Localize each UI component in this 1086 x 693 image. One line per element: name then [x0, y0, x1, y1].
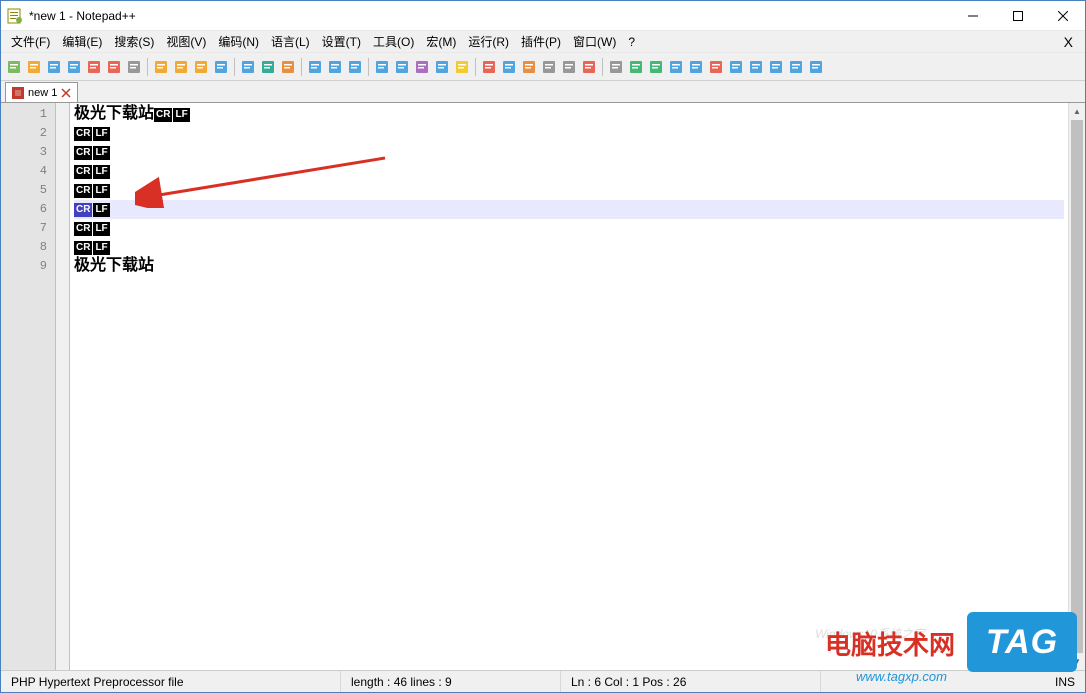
editor-line[interactable]: CRLF	[74, 219, 1064, 238]
line-number: 3	[1, 143, 47, 162]
folder-icon[interactable]	[453, 58, 471, 76]
all-chars-icon[interactable]	[413, 58, 431, 76]
zoom-out-icon[interactable]	[326, 58, 344, 76]
spacer3[interactable]	[727, 58, 745, 76]
paste-icon[interactable]	[192, 58, 210, 76]
editor-line[interactable]: CRLF	[74, 143, 1064, 162]
stop-icon[interactable]	[607, 58, 625, 76]
save-all-icon[interactable]	[65, 58, 83, 76]
save-icon[interactable]	[45, 58, 63, 76]
record-icon[interactable]	[580, 58, 598, 76]
tabbar: new 1	[1, 81, 1085, 103]
scroll-up-icon[interactable]: ▲	[1069, 103, 1085, 120]
menu-edit[interactable]: 编辑(E)	[56, 31, 108, 52]
status-length: length : 46 lines : 9	[341, 671, 561, 692]
menu-language[interactable]: 语言(L)	[265, 31, 316, 52]
close-button[interactable]	[1040, 1, 1085, 30]
redo-icon[interactable]	[239, 58, 257, 76]
folder-tree-icon[interactable]	[540, 58, 558, 76]
editor-line[interactable]: 极光下载站CRLF	[74, 105, 1064, 124]
sync-h-icon[interactable]	[373, 58, 391, 76]
line-number: 1	[1, 105, 47, 124]
menu-macro[interactable]: 宏(M)	[420, 31, 462, 52]
app-window: *new 1 - Notepad++ 文件(F) 编辑(E) 搜索(S) 视图(…	[0, 0, 1086, 693]
line-number: 8	[1, 238, 47, 257]
open-file-icon[interactable]	[25, 58, 43, 76]
spacer7[interactable]	[807, 58, 825, 76]
func-list-icon[interactable]	[520, 58, 538, 76]
menu-tools[interactable]: 工具(O)	[367, 31, 420, 52]
app-icon	[7, 8, 23, 24]
status-filetype: PHP Hypertext Preprocessor file	[1, 671, 341, 692]
wrap-icon[interactable]	[393, 58, 411, 76]
editor-line[interactable]: CRLF	[74, 200, 1064, 219]
doc-map-icon[interactable]	[480, 58, 498, 76]
find-icon[interactable]	[259, 58, 277, 76]
fold-margin[interactable]	[56, 103, 70, 670]
editor-area: 123456789 极光下载站CRLFCRLFCRLFCRLFCRLFCRLFC…	[1, 103, 1085, 670]
editor-line[interactable]: 极光下载站	[74, 257, 1064, 276]
monitor-icon[interactable]	[560, 58, 578, 76]
line-number: 2	[1, 124, 47, 143]
tab-new1[interactable]: new 1	[5, 82, 78, 102]
menu-x-button[interactable]: X	[1064, 34, 1073, 50]
line-number: 9	[1, 257, 47, 276]
line-number: 4	[1, 162, 47, 181]
watermark-text: 电脑技术网	[825, 625, 955, 662]
line-number: 6	[1, 200, 47, 219]
spacer5[interactable]	[767, 58, 785, 76]
menu-search[interactable]: 搜索(S)	[108, 31, 160, 52]
zoom-in-icon[interactable]	[306, 58, 324, 76]
vertical-scrollbar[interactable]: ▲ ▼	[1068, 103, 1085, 670]
menu-window[interactable]: 窗口(W)	[567, 31, 622, 52]
maximize-button[interactable]	[995, 1, 1040, 30]
play-multi-icon[interactable]	[647, 58, 665, 76]
play-icon[interactable]	[627, 58, 645, 76]
copy-icon[interactable]	[172, 58, 190, 76]
toolbar	[1, 53, 1085, 81]
spacer4[interactable]	[747, 58, 765, 76]
line-number: 7	[1, 219, 47, 238]
editor-line[interactable]: CRLF	[74, 181, 1064, 200]
menu-encoding[interactable]: 编码(N)	[212, 31, 265, 52]
close-icon[interactable]	[85, 58, 103, 76]
doc-list-icon[interactable]	[500, 58, 518, 76]
menu-settings[interactable]: 设置(T)	[316, 31, 367, 52]
editor-line[interactable]: CRLF	[74, 124, 1064, 143]
tab-modified-icon	[12, 87, 24, 99]
editor-line[interactable]: CRLF	[74, 162, 1064, 181]
print-icon[interactable]	[125, 58, 143, 76]
menu-plugins[interactable]: 插件(P)	[515, 31, 567, 52]
minimize-button[interactable]	[950, 1, 995, 30]
spacer2[interactable]	[707, 58, 725, 76]
replace-icon[interactable]	[279, 58, 297, 76]
menubar: 文件(F) 编辑(E) 搜索(S) 视图(V) 编码(N) 语言(L) 设置(T…	[1, 31, 1085, 53]
close-all-icon[interactable]	[105, 58, 123, 76]
text-editor[interactable]: 极光下载站CRLFCRLFCRLFCRLFCRLFCRLFCRLFCRLF极光下…	[70, 103, 1068, 670]
editor-line[interactable]: CRLF	[74, 238, 1064, 257]
new-file-icon[interactable]	[5, 58, 23, 76]
undo-icon[interactable]	[212, 58, 230, 76]
tab-close-icon[interactable]	[61, 88, 71, 98]
tab-label: new 1	[28, 87, 57, 99]
watermark-tag: TAG	[967, 612, 1077, 672]
status-position: Ln : 6 Col : 1 Pos : 26	[561, 671, 821, 692]
save-macro-icon[interactable]	[667, 58, 685, 76]
menu-view[interactable]: 视图(V)	[160, 31, 212, 52]
indent-icon[interactable]	[433, 58, 451, 76]
titlebar: *new 1 - Notepad++	[1, 1, 1085, 31]
spacer6[interactable]	[787, 58, 805, 76]
line-number: 5	[1, 181, 47, 200]
watermark-url: www.tagxp.com	[856, 669, 947, 684]
line-number-gutter[interactable]: 123456789	[1, 103, 56, 670]
sync-v-icon[interactable]	[346, 58, 364, 76]
window-title: *new 1 - Notepad++	[29, 9, 950, 23]
status-ins: INS	[1045, 671, 1085, 692]
menu-run[interactable]: 运行(R)	[462, 31, 515, 52]
cut-icon[interactable]	[152, 58, 170, 76]
spacer1[interactable]	[687, 58, 705, 76]
menu-file[interactable]: 文件(F)	[5, 31, 56, 52]
menu-help[interactable]: ?	[622, 33, 641, 51]
